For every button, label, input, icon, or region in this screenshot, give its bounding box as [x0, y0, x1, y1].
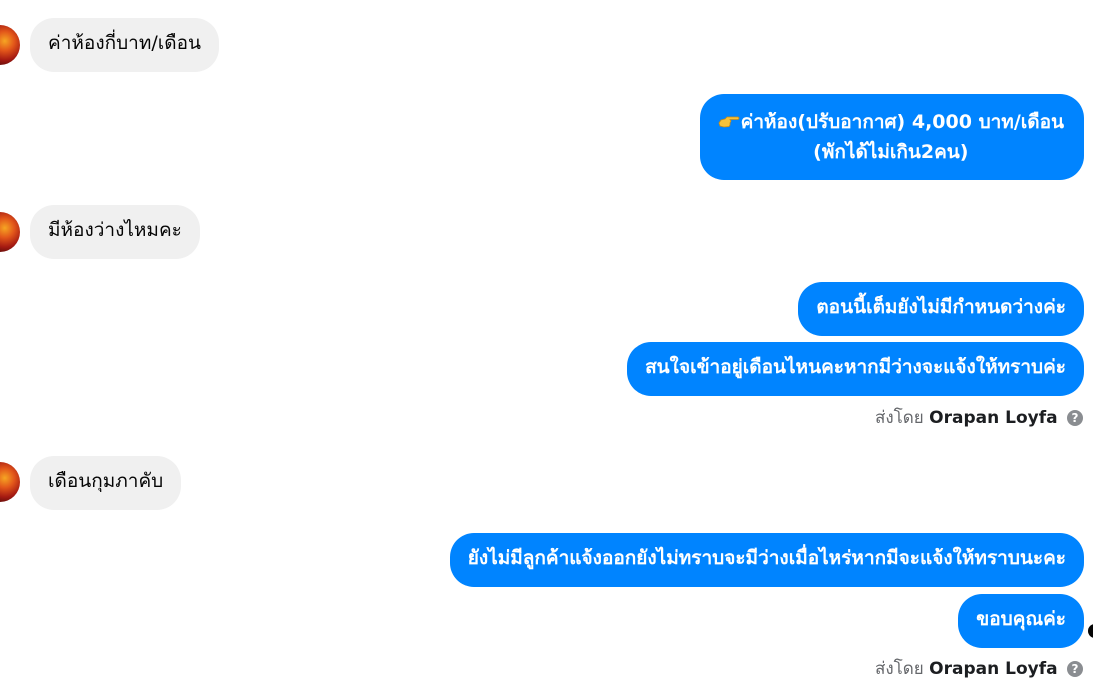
- sender-name[interactable]: Orapan Loyfa: [929, 408, 1057, 428]
- message-text: สนใจเข้าอยู่เดือนไหนคะหากมีว่างจะแจ้งให้…: [645, 356, 1066, 378]
- sender-name[interactable]: Orapan Loyfa: [929, 659, 1057, 679]
- sent-by-note: ส่งโดย Orapan Loyfa ?: [875, 406, 1083, 430]
- outgoing-message[interactable]: ขอบคุณค่ะ: [958, 594, 1084, 648]
- contact-avatar[interactable]: [0, 212, 20, 252]
- message-text-line-2: (พักได้ไม่เกิน2คน): [813, 141, 969, 163]
- outgoing-message[interactable]: ค่าห้อง(ปรับอากาศ) 4,000 บาท/เดือน (พักไ…: [699, 94, 1084, 180]
- message-text: ตอนนี้เต็มยังไม่มีกำหนดว่างค่ะ: [816, 296, 1066, 318]
- incoming-message[interactable]: เดือนกุมภาคับ: [30, 456, 182, 510]
- message-text: ค่าห้องกี่บาท/เดือน: [48, 32, 201, 54]
- message-text: เดือนกุมภาคับ: [48, 470, 164, 492]
- sent-by-note: ส่งโดย Orapan Loyfa ?: [875, 657, 1083, 681]
- message-options-dot[interactable]: [1088, 624, 1093, 638]
- contact-avatar[interactable]: [0, 25, 20, 65]
- question-circle-icon[interactable]: ?: [1067, 410, 1083, 426]
- message-text-line-1: ค่าห้อง(ปรับอากาศ) 4,000 บาท/เดือน: [718, 107, 1064, 137]
- message-text: มีห้องว่างไหมคะ: [48, 219, 182, 241]
- incoming-message[interactable]: มีห้องว่างไหมคะ: [30, 205, 200, 259]
- incoming-message[interactable]: ค่าห้องกี่บาท/เดือน: [30, 18, 219, 72]
- message-text: ยังไม่มีลูกค้าแจ้งออกยังไม่ทราบจะมีว่างเ…: [467, 547, 1066, 569]
- contact-avatar[interactable]: [0, 462, 20, 502]
- outgoing-message[interactable]: สนใจเข้าอยู่เดือนไหนคะหากมีว่างจะแจ้งให้…: [627, 342, 1084, 396]
- question-circle-icon[interactable]: ?: [1067, 661, 1083, 677]
- pointing-hand-icon: [718, 109, 740, 128]
- outgoing-message[interactable]: ยังไม่มีลูกค้าแจ้งออกยังไม่ทราบจะมีว่างเ…: [449, 533, 1084, 587]
- sent-by-label: ส่งโดย: [874, 659, 924, 679]
- message-text: ขอบคุณค่ะ: [976, 608, 1066, 630]
- sent-by-label: ส่งโดย: [874, 408, 924, 428]
- outgoing-message[interactable]: ตอนนี้เต็มยังไม่มีกำหนดว่างค่ะ: [798, 282, 1084, 336]
